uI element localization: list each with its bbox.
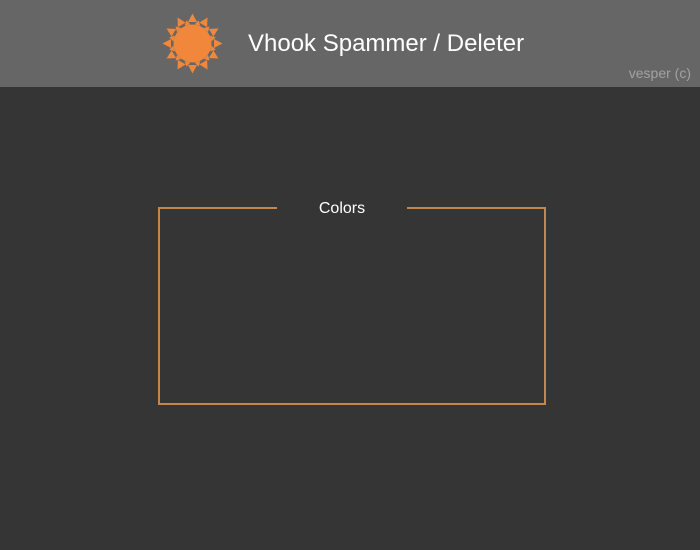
sun-icon (162, 13, 223, 74)
credit-text: vesper (c) (628, 65, 691, 81)
colors-panel-legend: Colors (277, 197, 407, 221)
app-header: Vhook Spammer / Deleter vesper (c) (0, 0, 700, 87)
colors-panel: Colors (158, 197, 546, 405)
app-title: Vhook Spammer / Deleter (248, 30, 525, 57)
